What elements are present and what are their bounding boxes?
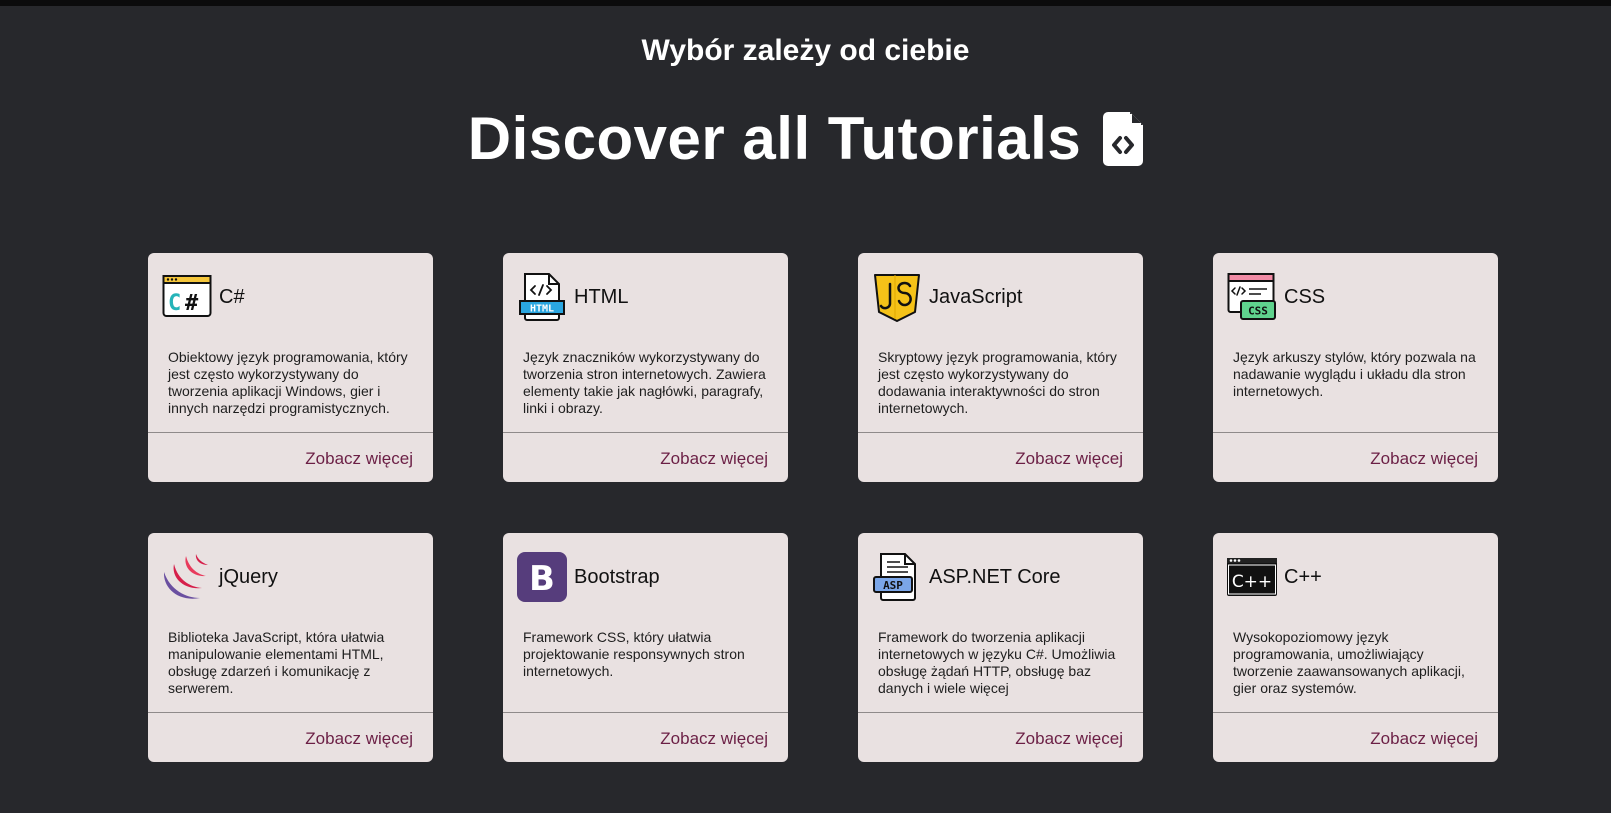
svg-text:ASP: ASP bbox=[883, 579, 903, 592]
svg-text:CSS: CSS bbox=[1248, 305, 1268, 318]
tutorial-card-html: HTML HTML Język znaczników wykorzystywan… bbox=[503, 253, 788, 482]
code-file-icon bbox=[1103, 111, 1144, 166]
tutorial-card-aspnet-core: ASP ASP.NET Core Framework do tworzenia … bbox=[858, 533, 1143, 762]
card-divider bbox=[503, 712, 788, 713]
javascript-shield-icon bbox=[874, 274, 920, 322]
card-title: JavaScript bbox=[929, 285, 1023, 308]
see-more-link[interactable]: Zobacz więcej bbox=[305, 729, 413, 749]
card-title: C++ bbox=[1284, 565, 1322, 588]
see-more-link[interactable]: Zobacz więcej bbox=[305, 449, 413, 469]
tutorial-card-bootstrap: B Bootstrap Framework CSS, który ułatwia… bbox=[503, 533, 788, 762]
card-divider bbox=[503, 432, 788, 433]
card-divider bbox=[148, 432, 433, 433]
card-header: CSS CSS bbox=[1227, 271, 1325, 323]
card-description: Skryptowy język programowania, który jes… bbox=[878, 349, 1117, 416]
card-title: jQuery bbox=[219, 565, 278, 588]
tutorial-card-css: CSS CSS Język arkuszy stylów, który pozw… bbox=[1213, 253, 1498, 482]
card-header: jQuery bbox=[162, 551, 278, 603]
card-description: Obiektowy język programowania, który jes… bbox=[168, 349, 408, 416]
see-more-link[interactable]: Zobacz więcej bbox=[1015, 449, 1123, 469]
card-header: JavaScript bbox=[872, 271, 1022, 323]
svg-text:#: # bbox=[185, 291, 199, 316]
card-header: ASP ASP.NET Core bbox=[872, 551, 1061, 603]
page-title: Discover all Tutorials bbox=[467, 105, 1082, 172]
card-description: Język arkuszy stylów, który pozwala na n… bbox=[1233, 349, 1476, 399]
svg-text:HTML: HTML bbox=[530, 304, 554, 315]
card-title: C# bbox=[219, 285, 245, 308]
svg-text:B: B bbox=[529, 559, 555, 599]
see-more-link[interactable]: Zobacz więcej bbox=[1370, 449, 1478, 469]
tutorial-card-csharp: C # C# Obiektowy język programowania, kt… bbox=[148, 253, 433, 482]
see-more-link[interactable]: Zobacz więcej bbox=[660, 449, 768, 469]
card-header: HTML HTML bbox=[517, 271, 628, 323]
card-title: CSS bbox=[1284, 285, 1326, 308]
bootstrap-icon: B bbox=[517, 552, 567, 602]
css-window-icon: CSS bbox=[1227, 273, 1276, 320]
page-hero: Discover all Tutorials bbox=[0, 104, 1611, 173]
card-divider bbox=[1213, 432, 1498, 433]
card-divider bbox=[858, 712, 1143, 713]
html-file-icon: HTML bbox=[519, 273, 565, 321]
see-more-link[interactable]: Zobacz więcej bbox=[660, 729, 768, 749]
card-header: C++ C++ bbox=[1227, 551, 1322, 603]
tutorial-card-javascript: JavaScript Skryptowy język programowania… bbox=[858, 253, 1143, 482]
see-more-link[interactable]: Zobacz więcej bbox=[1370, 729, 1478, 749]
tutorial-grid: C # C# Obiektowy język programowania, kt… bbox=[148, 253, 1498, 763]
asp-file-icon: ASP bbox=[873, 553, 916, 601]
card-divider bbox=[1213, 712, 1498, 713]
top-bar bbox=[0, 0, 1611, 6]
jquery-icon bbox=[163, 554, 208, 599]
card-title: HTML bbox=[574, 285, 629, 308]
card-title: Bootstrap bbox=[574, 565, 660, 588]
card-description: Język znaczników wykorzystywany do tworz… bbox=[523, 349, 766, 416]
card-header: C # C# bbox=[162, 271, 245, 323]
card-divider bbox=[148, 712, 433, 713]
card-title: ASP.NET Core bbox=[929, 565, 1061, 588]
card-description: Wysokopoziomowy język programowania, umo… bbox=[1233, 629, 1465, 696]
card-description: Framework do tworzenia aplikacji interne… bbox=[878, 629, 1116, 696]
csharp-icon: C # bbox=[162, 275, 212, 317]
card-divider bbox=[858, 432, 1143, 433]
card-header: B Bootstrap bbox=[517, 551, 660, 603]
card-description: Framework CSS, który ułatwia projektowan… bbox=[523, 629, 745, 679]
card-description: Biblioteka JavaScript, która ułatwia man… bbox=[168, 629, 385, 696]
svg-text:C: C bbox=[168, 291, 181, 316]
tutorial-card-cplusplus: C++ C++ Wysokopoziomowy język programowa… bbox=[1213, 533, 1498, 762]
see-more-link[interactable]: Zobacz więcej bbox=[1015, 729, 1123, 749]
cplusplus-window-icon: C++ bbox=[1227, 558, 1277, 596]
tutorial-card-jquery: jQuery Biblioteka JavaScript, która ułat… bbox=[148, 533, 433, 762]
svg-text:C++: C++ bbox=[1232, 572, 1272, 592]
page-subtitle: Wybór zależy od ciebie bbox=[641, 34, 970, 67]
